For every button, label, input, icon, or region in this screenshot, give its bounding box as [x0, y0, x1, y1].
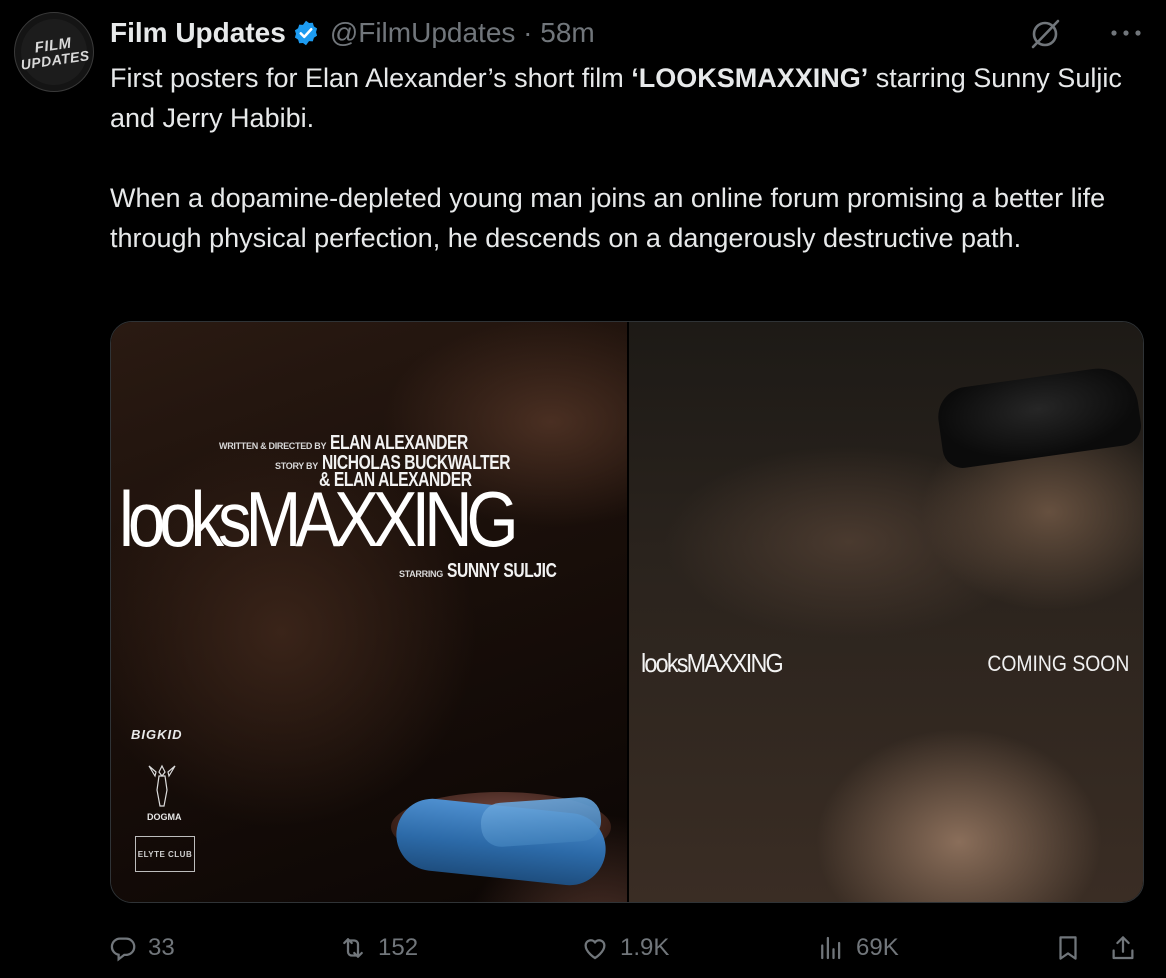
share-button[interactable] — [1108, 928, 1138, 968]
like-count: 1.9K — [620, 934, 670, 961]
tweet-text: First posters for Elan Alexander’s short… — [110, 58, 1140, 258]
blue-pill-highlight — [479, 795, 603, 849]
credit-story-label: STORY BY — [275, 461, 318, 471]
angel-statue-icon — [148, 764, 176, 807]
reply-icon — [110, 937, 136, 962]
bookmark-icon — [1059, 936, 1077, 960]
sunglasses-shape — [934, 363, 1143, 471]
avatar[interactable]: FILM UPDATES — [14, 12, 94, 92]
poster-image-left[interactable]: WRITTEN & DIRECTED BY ELAN ALEXANDER STO… — [111, 322, 627, 902]
tweet-paragraph-2: When a dopamine-depleted young man joins… — [110, 183, 1106, 253]
coming-soon-text: COMING SOON — [987, 651, 1129, 676]
author-name[interactable]: Film Updates — [110, 17, 286, 49]
poster-title-right: looksMAXXING — [641, 648, 784, 678]
reply-button[interactable]: 33 — [108, 928, 175, 968]
views-button[interactable]: 69K — [816, 928, 899, 968]
bookmark-button[interactable] — [1053, 928, 1083, 968]
more-options-icon[interactable] — [1110, 28, 1142, 38]
tweet-header: Film Updates @FilmUpdates · 58m — [110, 14, 595, 52]
views-count: 69K — [856, 934, 899, 961]
author-handle-time[interactable]: @FilmUpdates · 58m — [330, 17, 595, 49]
tweet-text-before: First posters for Elan Alexander’s short… — [110, 63, 632, 93]
media-grid: WRITTEN & DIRECTED BY ELAN ALEXANDER STO… — [110, 321, 1144, 903]
repost-icon — [343, 938, 363, 958]
bigkid-logo: BIGKID — [131, 727, 183, 742]
like-button[interactable]: 1.9K — [580, 928, 669, 968]
repost-button[interactable]: 152 — [338, 928, 418, 968]
credit-starring-label: STARRING — [399, 569, 443, 579]
grok-icon[interactable] — [1028, 17, 1062, 51]
poster-image-right[interactable]: looksMAXXING COMING SOON — [629, 322, 1143, 902]
credit-written-directed-label: WRITTEN & DIRECTED BY — [219, 441, 327, 451]
credit-starring-name: SUNNY SULJIC — [446, 560, 557, 582]
avatar-logo: FILM UPDATES — [16, 14, 92, 90]
verified-badge-icon[interactable] — [292, 19, 320, 47]
tweet-film-title: ‘LOOKSMAXXING’ — [631, 63, 869, 93]
elyte-club-logo: ELYTE CLUB — [135, 836, 195, 872]
share-icon — [1112, 936, 1134, 960]
tweet-paragraph-1: First posters for Elan Alexander’s short… — [110, 58, 1140, 138]
credit-row-starring: STARRING SUNNY SULJIC — [399, 560, 587, 583]
action-bar: 33 152 1.9K 69K — [108, 928, 1148, 968]
dogma-logo: DOGMA — [147, 812, 182, 822]
avatar-text-line-2: UPDATES — [19, 46, 91, 73]
reply-count: 33 — [148, 934, 175, 961]
repost-count: 152 — [378, 934, 419, 961]
heart-icon — [584, 939, 606, 960]
poster-title-left: looksMAXXING — [119, 475, 519, 563]
views-chart-icon — [821, 936, 841, 960]
